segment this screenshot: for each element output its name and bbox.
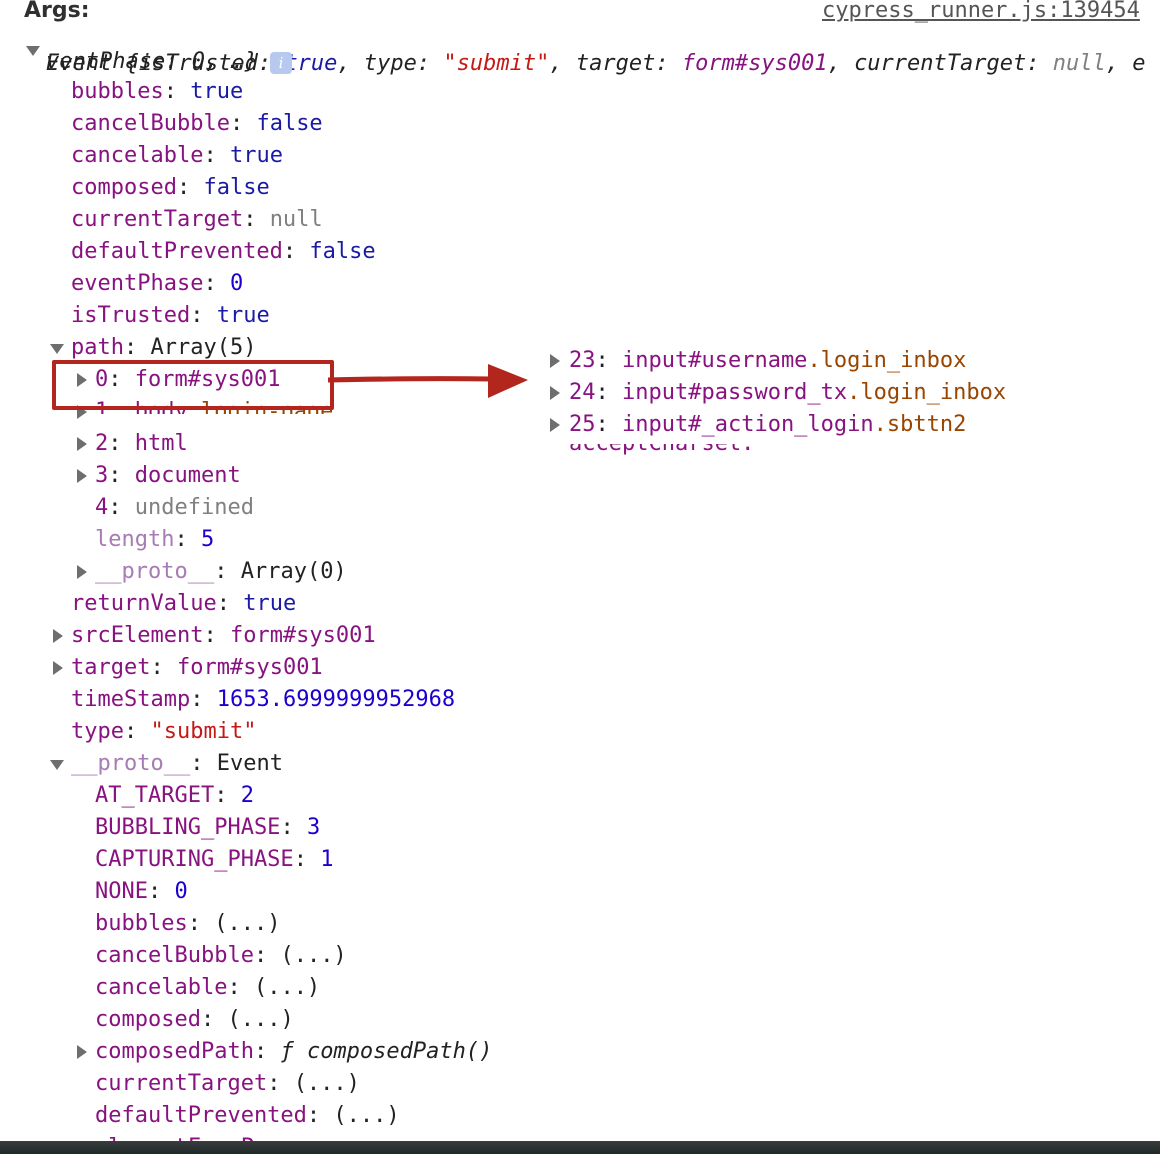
taskbar [0,1141,1160,1154]
annotation-arrow [327,364,528,398]
